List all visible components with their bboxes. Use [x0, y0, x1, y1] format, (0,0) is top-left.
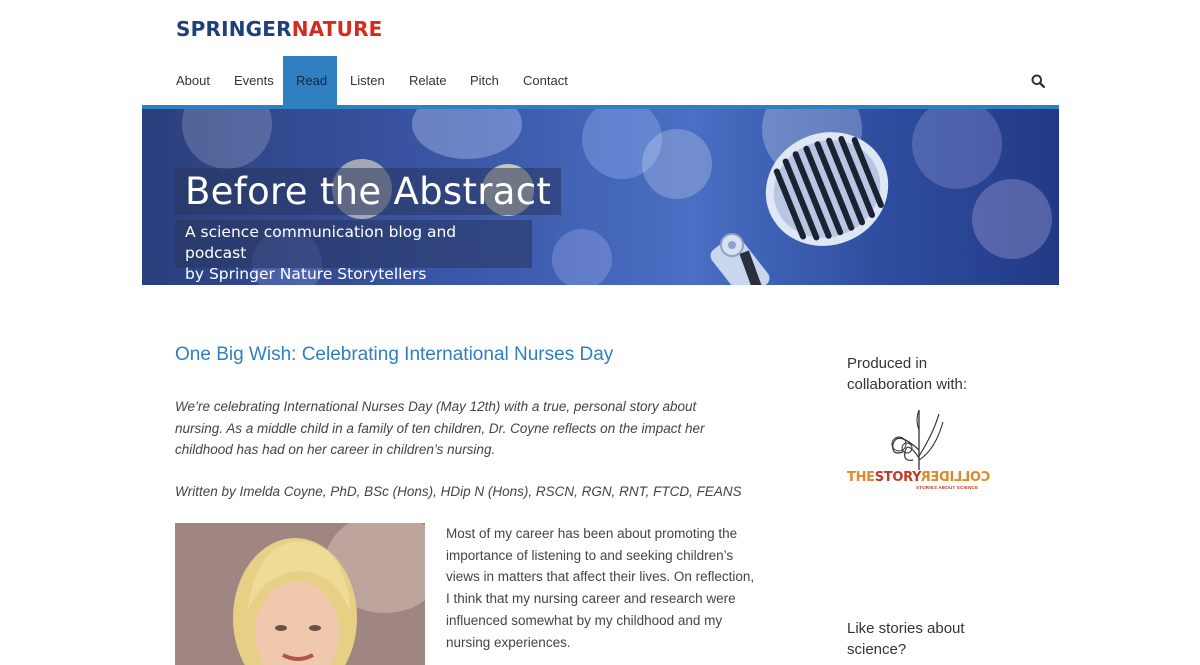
search-icon[interactable] — [1031, 74, 1045, 88]
microphone-icon — [710, 132, 889, 285]
nav-item-pitch[interactable]: Pitch — [457, 56, 512, 105]
nav-item-listen[interactable]: Listen — [337, 56, 398, 105]
logo-part-nature: NATURE — [291, 17, 383, 41]
sidebar-collab-heading: Produced in collaboration with: — [847, 353, 967, 395]
sidebar-collab-heading-line2: collaboration with: — [847, 376, 968, 393]
banner-subtitle-line1: A science communication blog and podcast — [185, 223, 457, 262]
post-intro: We’re celebrating International Nurses D… — [175, 399, 705, 457]
logo-word-the: THE — [847, 470, 875, 485]
post-byline: Written by Imelda Coyne, PhD, BSc (Hons)… — [175, 484, 742, 499]
post-title[interactable]: One Big Wish: Celebrating International … — [175, 344, 613, 366]
nav-item-contact[interactable]: Contact — [510, 56, 581, 105]
nav-item-relate[interactable]: Relate — [396, 56, 460, 105]
nav-item-about[interactable]: About — [163, 56, 223, 105]
author-portrait-image — [175, 523, 425, 665]
banner-title: Before the Abstract — [185, 170, 552, 213]
bokeh-light — [182, 109, 272, 169]
nav-item-read[interactable]: Read — [283, 56, 337, 105]
bokeh-light — [552, 229, 612, 285]
story-collider-wordmark: THESTORYCOLLIDER — [847, 470, 991, 485]
nav-item-events[interactable]: Events — [221, 56, 287, 105]
logo-word-story: STORY — [874, 470, 922, 485]
logo-tagline: STORIES ABOUT SCIENCE — [916, 485, 979, 490]
hero-banner: Before the Abstract A science communicat… — [142, 109, 1059, 285]
sidebar-collab-heading-line1: Produced in — [847, 355, 928, 372]
banner-title-box: Before the Abstract — [175, 168, 562, 215]
sidebar-stories-heading: Like stories about science? — [847, 618, 965, 660]
banner-subtitle-line2: by Springer Nature Storytellers — [185, 265, 427, 283]
springer-nature-logo[interactable]: SPRINGERNATURE — [176, 17, 383, 41]
logo-word-collider: COLLIDER — [921, 470, 991, 485]
bokeh-light — [912, 109, 1002, 189]
banner-subtitle-box: A science communication blog and podcast… — [175, 220, 532, 283]
sidebar-stories-heading-line1: Like stories about — [847, 620, 965, 637]
story-collider-logo[interactable]: THESTORYCOLLIDER STORIES ABOUT SCIENCE — [847, 400, 992, 495]
logo-part-springer: SPRINGER — [176, 17, 292, 41]
story-collider-swirl-icon — [891, 409, 944, 470]
main-nav: About Events Read Listen Relate Pitch Co… — [142, 56, 1059, 105]
author-photo — [175, 523, 425, 665]
bokeh-light — [412, 109, 522, 159]
bokeh-light — [972, 179, 1052, 259]
post-body: Most of my career has been about promoti… — [446, 526, 755, 650]
sidebar-stories-heading-line2: science? — [847, 641, 907, 658]
